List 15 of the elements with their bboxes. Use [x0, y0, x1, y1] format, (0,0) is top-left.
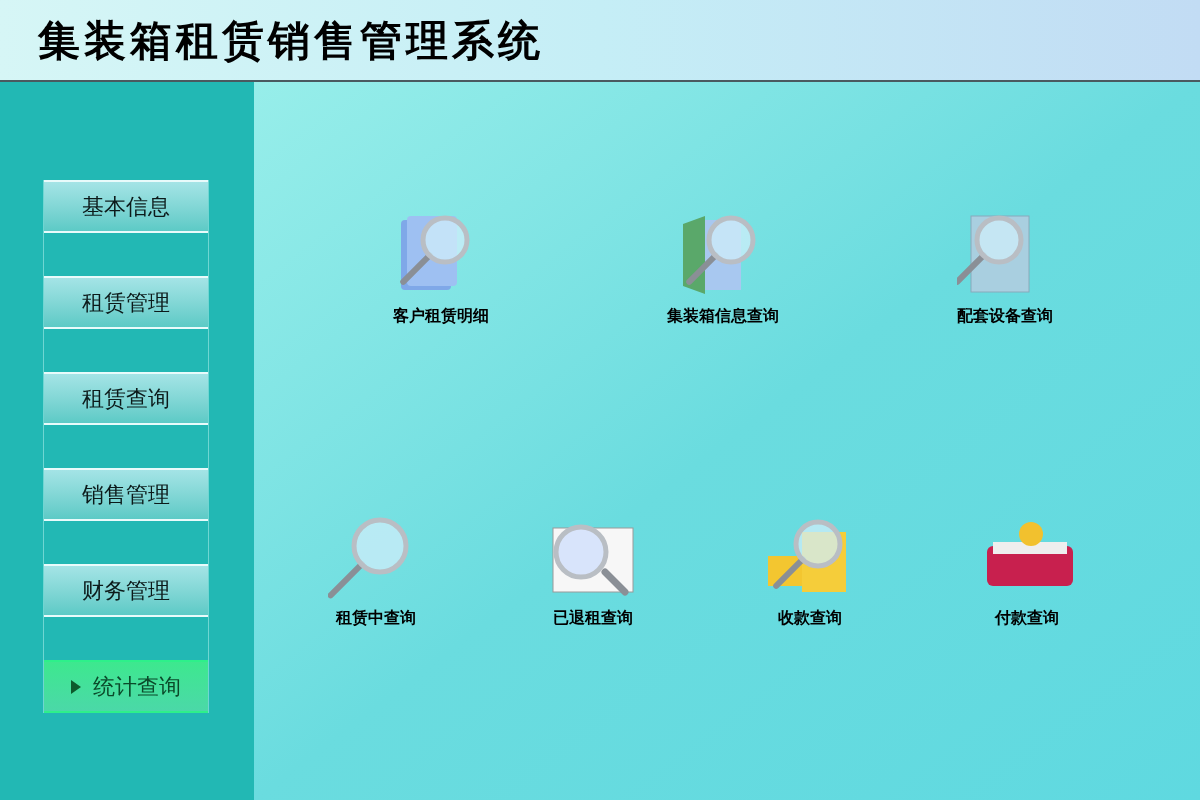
sidebar-item[interactable]: 基本信息 — [44, 180, 208, 233]
sidebar-item[interactable]: 租赁管理 — [44, 276, 208, 329]
shortcut-label[interactable]: 付款查询 — [995, 606, 1059, 630]
shortcut-label[interactable]: 配套设备查询 — [957, 304, 1053, 328]
sidebar-item[interactable]: 财务管理 — [44, 564, 208, 617]
shortcut-label[interactable]: 集装箱信息查询 — [667, 304, 779, 328]
shortcut-label[interactable]: 租赁中查询 — [336, 606, 416, 630]
shortcut-label[interactable]: 已退租查询 — [553, 606, 633, 630]
sidebar-item[interactable]: 统计查询 — [44, 660, 208, 713]
shortcut-label[interactable]: 客户租赁明细 — [393, 304, 489, 328]
app-title: 集装箱租赁销售管理系统 — [38, 14, 544, 67]
shortcut-label[interactable]: 收款查询 — [778, 606, 842, 630]
sidebar-item[interactable]: 销售管理 — [44, 468, 208, 521]
triangle-icon — [71, 679, 81, 694]
sidebar-item[interactable]: 租赁查询 — [44, 372, 208, 425]
